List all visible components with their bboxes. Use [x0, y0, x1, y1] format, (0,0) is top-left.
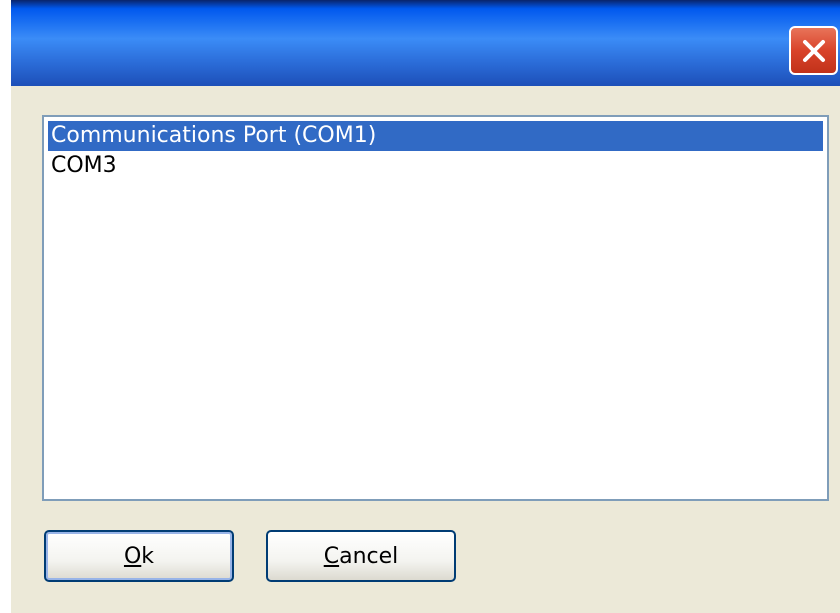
cancel-mnemonic: C: [323, 543, 340, 569]
ok-button[interactable]: Ok: [44, 530, 234, 582]
close-button[interactable]: [789, 26, 838, 75]
cancel-button[interactable]: Cancel: [266, 530, 456, 582]
port-selection-dialog: Communications Port (COM1) COM3 Ok Cance…: [0, 0, 840, 613]
window-frame-left: [0, 0, 11, 613]
ok-mnemonic: O: [123, 543, 142, 569]
port-listbox[interactable]: Communications Port (COM1) COM3: [42, 115, 829, 501]
close-icon: [799, 36, 829, 66]
ok-label-rest: k: [141, 543, 155, 569]
list-item-com3[interactable]: COM3: [48, 151, 823, 181]
title-bar[interactable]: [0, 0, 840, 86]
list-item-com1[interactable]: Communications Port (COM1): [48, 121, 823, 151]
cancel-label-rest: ancel: [339, 543, 399, 569]
